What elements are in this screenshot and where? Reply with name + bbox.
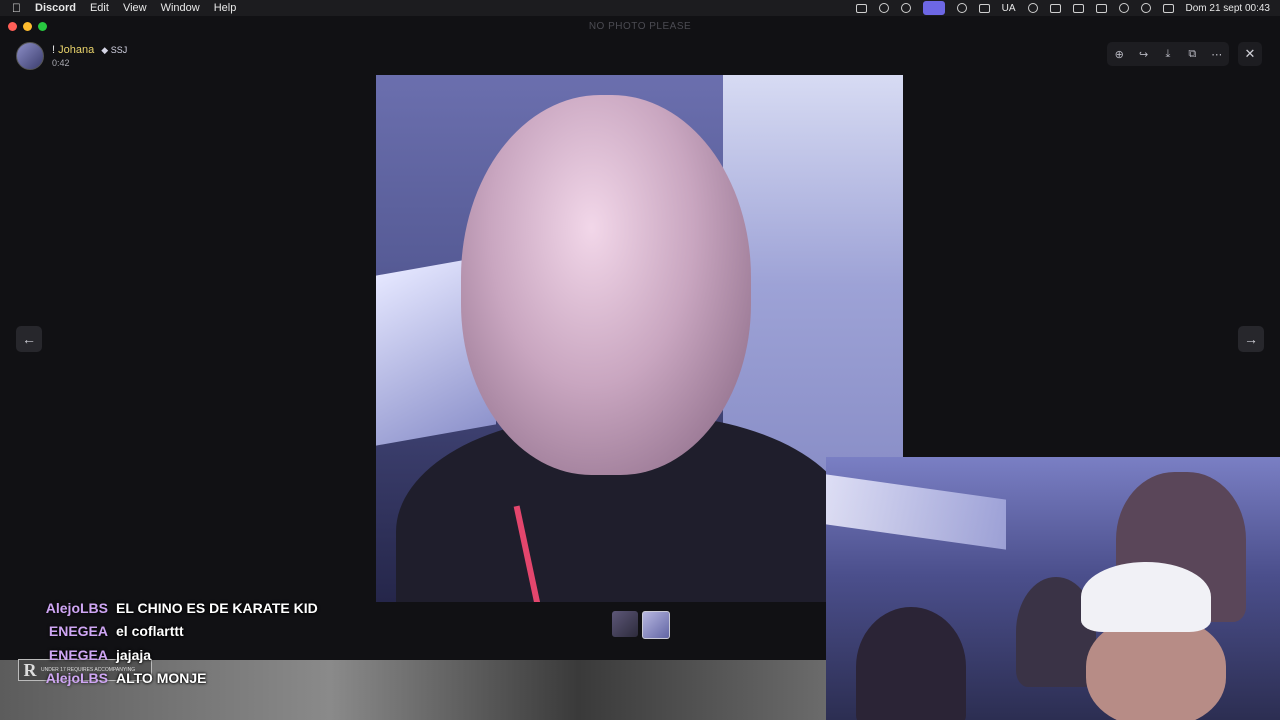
menu-view[interactable]: View [123,2,147,14]
chat-message: ENEGEA jajaja [30,643,350,667]
chat-text: el coflarttt [116,623,184,640]
spotlight-search-icon[interactable] [1140,3,1151,13]
chat-username: ENEGEA [48,646,108,663]
menu-bar:  Discord Edit View Window Help UA Dom 2… [0,0,1280,16]
chat-username: ENEGEA [48,623,108,640]
apple-menu-icon[interactable]:  [12,1,21,15]
open-in-browser-icon[interactable]: ⧉ [1184,46,1200,62]
tray-crown-icon[interactable] [855,3,867,13]
menu-help[interactable]: Help [214,2,237,14]
tray-play-icon[interactable] [1027,3,1038,13]
app-menu[interactable]: Discord [35,2,76,14]
chat-message: AlejoLBS ALTO MONJE [30,667,350,691]
window-title: NO PHOTO PLEASE [588,21,692,32]
webcam-white-cap [1081,562,1211,632]
chat-username: AlejoLBS [45,599,108,616]
media-thumbnails [612,611,670,639]
tray-sync-icon[interactable] [878,3,889,13]
webcam-led-strip [826,474,1006,550]
tray-record-icon[interactable] [956,3,967,13]
next-media-button[interactable]: → [1238,326,1264,352]
chat-text: EL CHINO ES DE KARATE KID [116,599,318,616]
tray-display-icon[interactable] [1049,3,1061,13]
webcam-person-front-face [1086,617,1226,720]
media-image[interactable] [376,75,903,602]
forward-icon[interactable]: ↪ [1136,46,1152,62]
menubar-clock[interactable]: Dom 21 sept 00:43 [1186,3,1271,14]
control-center-icon[interactable] [1162,3,1174,13]
clan-tag: SSJ [110,45,128,55]
stream-chat: AlejoLBS EL CHINO ES DE KARATE KID ENEGE… [30,596,350,690]
close-viewer-button[interactable]: ✕ [1238,42,1262,66]
webcam-overlay [826,457,1280,720]
avatar[interactable] [16,42,44,70]
menu-edit[interactable]: Edit [90,2,109,14]
chat-message: ENEGEA el coflarttt [30,620,350,644]
chat-text: jajaja [116,646,152,663]
media-toolbar: ⊕ ↪ ⤓ ⧉ ⋯ [1107,42,1229,66]
thumbnail-1[interactable] [612,611,638,637]
wifi-icon[interactable] [1118,3,1129,13]
download-icon[interactable]: ⤓ [1160,46,1176,62]
tray-active-app-icon[interactable] [922,1,945,15]
post-time: 0:42 [52,58,70,68]
previous-media-button[interactable]: ← [16,326,42,352]
media-author: ! Johana ◆ SSJ 0:42 [16,42,127,70]
author-name[interactable]: Johana [58,44,94,56]
tray-vpn-icon[interactable] [978,3,990,13]
zoom-icon[interactable]: ⊕ [1111,46,1127,62]
author-name-row: ! Johana ◆ SSJ [52,44,127,56]
webcam-person-left [856,607,966,720]
clan-badge: ◆ SSJ [101,45,128,55]
battery-icon[interactable] [1095,3,1107,13]
volume-icon[interactable] [1072,3,1084,13]
thumbnail-2-selected[interactable] [642,611,670,639]
menu-window[interactable]: Window [161,2,200,14]
chat-username: AlejoLBS [45,670,108,687]
chat-text: ALTO MONJE [116,670,207,687]
more-options-icon[interactable]: ⋯ [1209,46,1225,62]
tray-globe-icon[interactable] [900,3,911,13]
chat-message: AlejoLBS EL CHINO ES DE KARATE KID [30,596,350,620]
image-person-head [461,95,751,475]
input-source-indicator[interactable]: UA [1002,3,1016,14]
